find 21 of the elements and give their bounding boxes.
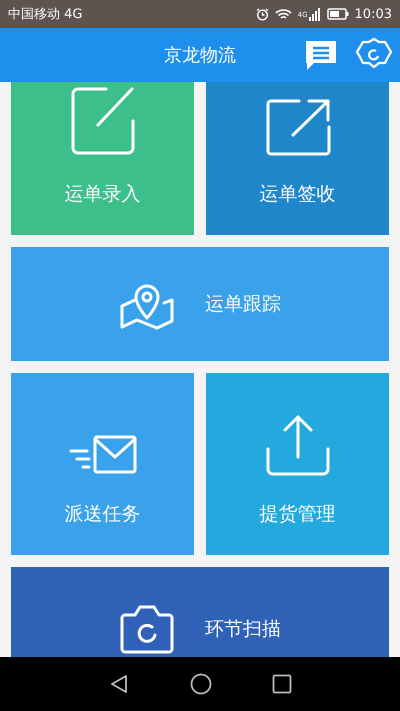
alarm-icon	[256, 8, 269, 20]
menu-tile[interactable]: 运单签收	[206, 82, 389, 235]
carrier-name: 中国移动 4G	[8, 6, 84, 23]
message-button[interactable]	[304, 38, 338, 72]
menu-tile[interactable]: 运单录入	[11, 82, 194, 235]
recent-apps-button[interactable]	[272, 674, 292, 694]
camera-icon	[119, 603, 175, 655]
app-title: 京龙物流	[164, 44, 236, 67]
menu-tile[interactable]: 提货管理	[206, 373, 389, 555]
clock-time: 10:03	[354, 6, 392, 22]
menu-tile[interactable]: 运单跟踪	[11, 247, 389, 361]
battery-icon	[326, 8, 349, 20]
upload-icon	[264, 413, 330, 477]
menu-tile[interactable]: 派送任务	[11, 373, 194, 555]
menu-tile[interactable]: 环节扫描	[11, 567, 389, 657]
home-button[interactable]	[190, 673, 212, 695]
external-link-icon	[264, 97, 330, 157]
signal-icon	[308, 7, 321, 21]
back-button[interactable]	[108, 673, 130, 695]
wifi-icon	[274, 8, 292, 20]
edit-icon	[70, 85, 136, 157]
